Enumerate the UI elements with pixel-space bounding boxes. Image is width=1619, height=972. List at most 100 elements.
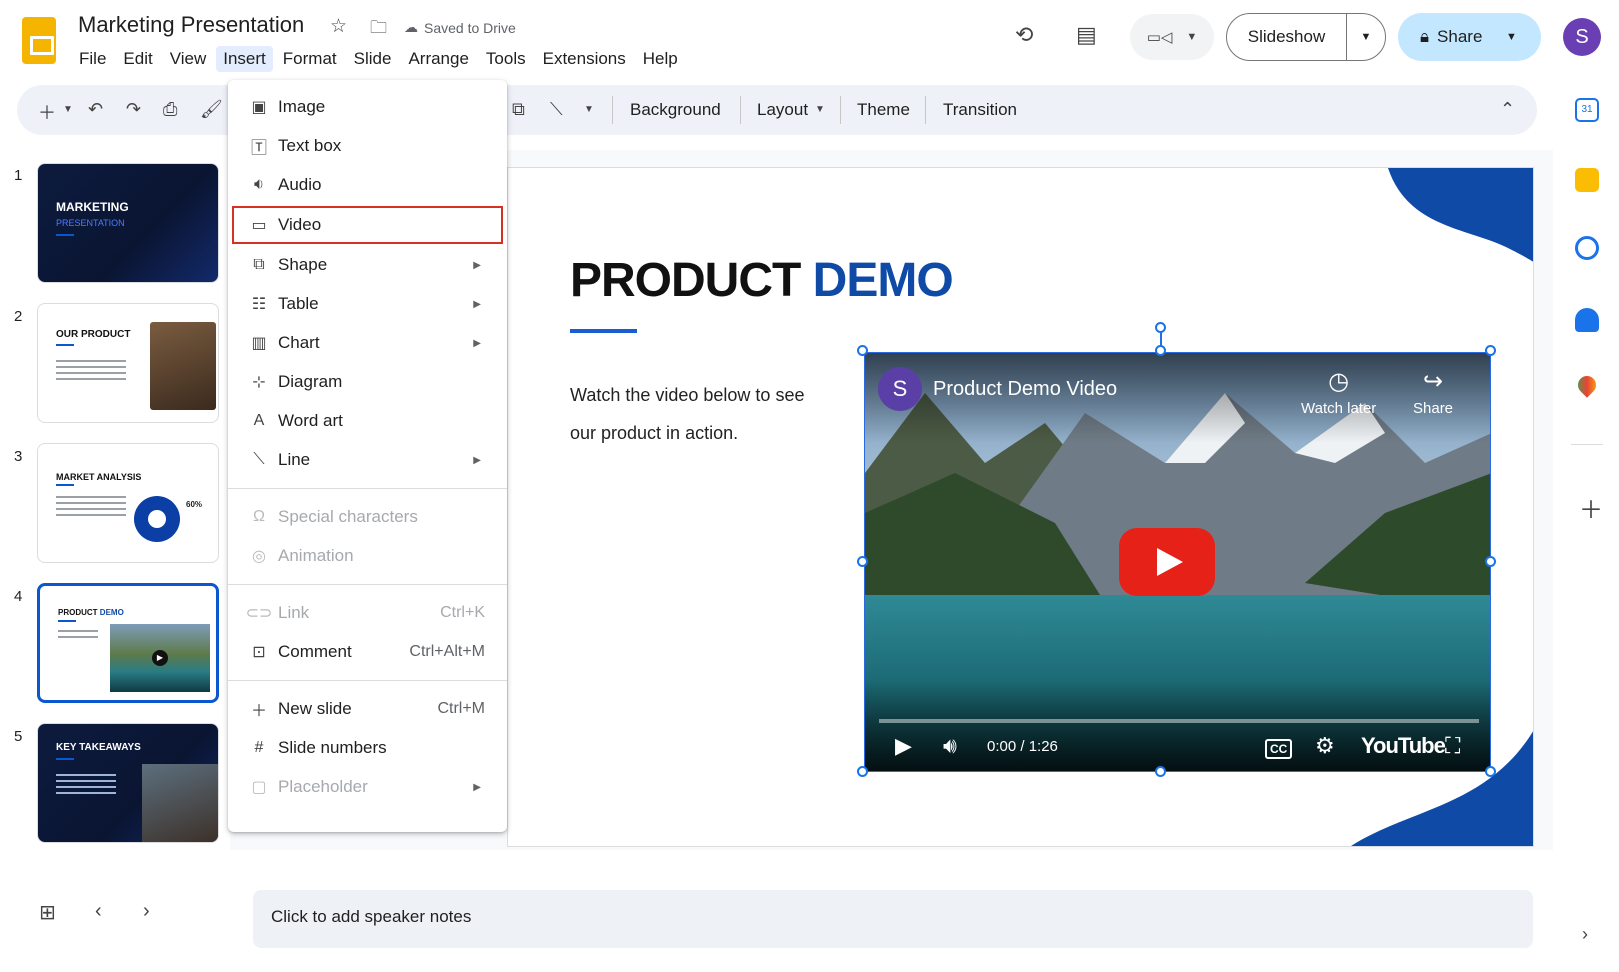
slide-body-text[interactable]: Watch the video below to see our product… <box>570 376 830 452</box>
tasks-icon[interactable] <box>1575 236 1599 260</box>
menu-arrange[interactable]: Arrange <box>401 46 475 72</box>
watch-later-button[interactable]: ◷ Watch later <box>1301 367 1376 417</box>
meet-button[interactable]: ▭◁ ▼ <box>1130 14 1214 60</box>
comments-icon[interactable]: ▤ <box>1076 22 1097 48</box>
star-icon[interactable]: ☆ <box>330 15 347 38</box>
share-button[interactable]: 🔒︎ Share ▼ <box>1398 13 1541 61</box>
slide-thumbnail-5[interactable]: KEY TAKEAWAYS <box>37 723 219 843</box>
resize-handle-e[interactable] <box>1485 556 1496 567</box>
print-icon[interactable]: ⎙ <box>163 99 177 120</box>
redo-icon[interactable]: ↷ <box>126 99 141 120</box>
menu-item-label: Special characters <box>278 507 418 526</box>
share-arrow-icon: ↪ <box>1422 368 1444 395</box>
line-dropdown-icon[interactable]: ▼ <box>584 104 594 115</box>
previous-slide-icon[interactable]: ‹ <box>95 900 102 923</box>
account-avatar[interactable]: S <box>1563 18 1601 56</box>
video-progress-bar[interactable] <box>879 719 1479 723</box>
resize-handle-nw[interactable] <box>857 345 868 356</box>
keep-icon[interactable] <box>1575 168 1599 192</box>
video-title[interactable]: Product Demo Video <box>933 378 1117 401</box>
menu-item-animation[interactable]: ◎ Animation <box>228 537 507 575</box>
resize-handle-ne[interactable] <box>1485 345 1496 356</box>
document-title[interactable]: Marketing Presentation <box>78 12 304 38</box>
slideshow-button[interactable]: Slideshow ▼ <box>1226 13 1386 61</box>
slideshow-label[interactable]: Slideshow <box>1227 14 1347 60</box>
move-folder-icon[interactable]: 🗀 <box>370 15 387 44</box>
video-time: 0:00 / 1:26 <box>987 738 1058 755</box>
rotate-handle[interactable] <box>1155 322 1166 333</box>
maps-icon[interactable] <box>1574 372 1600 398</box>
next-slide-icon[interactable]: › <box>143 900 150 923</box>
fullscreen-icon[interactable]: ⛶ <box>1445 733 1460 759</box>
transition-button[interactable]: Transition <box>943 100 1017 120</box>
menu-item-placeholder[interactable]: ▢ Placeholder ▶ <box>228 768 507 806</box>
paint-format-icon[interactable]: 🖌︎ <box>200 99 223 120</box>
menu-item-word-art[interactable]: A Word art <box>228 402 507 440</box>
expand-side-panel-icon[interactable]: › <box>1582 924 1588 945</box>
menu-item-text-box[interactable]: 🅃 Text box <box>228 127 507 165</box>
slide-title[interactable]: PRODUCT DEMO <box>570 253 954 308</box>
play-icon[interactable]: ▶ <box>895 733 912 759</box>
menu-file[interactable]: File <box>72 46 113 72</box>
menu-item-line[interactable]: ⟍ Line ▶ <box>228 441 507 479</box>
slide-thumbnail-3[interactable]: MARKET ANALYSIS 60% <box>37 443 219 563</box>
menu-tools[interactable]: Tools <box>479 46 533 72</box>
resize-handle-sw[interactable] <box>857 766 868 777</box>
new-slide-icon[interactable]: ＋ <box>38 99 56 125</box>
big-play-button[interactable] <box>1119 528 1215 596</box>
menu-slide[interactable]: Slide <box>347 46 399 72</box>
calendar-icon[interactable]: 31 <box>1575 98 1599 122</box>
menu-item-table[interactable]: ☷ Table ▶ <box>228 285 507 323</box>
text-box-icon: 🅃 <box>250 140 267 157</box>
background-button[interactable]: Background <box>630 100 721 120</box>
resize-handle-n[interactable] <box>1155 345 1166 356</box>
menu-item-shape[interactable]: ⧉ Shape ▶ <box>228 246 507 284</box>
youtube-logo[interactable]: YouTube <box>1361 733 1446 759</box>
menu-item-audio[interactable]: 🔉︎ Audio <box>228 166 507 204</box>
settings-gear-icon[interactable]: ⚙ <box>1315 733 1335 759</box>
embedded-video[interactable]: S Product Demo Video ◷ Watch later ↪ Sha… <box>864 352 1491 772</box>
slide-thumbnail-2[interactable]: OUR PRODUCT <box>37 303 219 423</box>
menu-format[interactable]: Format <box>276 46 344 72</box>
share-dropdown-icon[interactable]: ▼ <box>1506 31 1517 43</box>
collapse-toolbar-icon[interactable]: ⌃ <box>1500 99 1515 120</box>
captions-icon[interactable]: CC <box>1265 739 1293 759</box>
new-slide-dropdown-icon[interactable]: ▼ <box>63 104 73 115</box>
line-tool-icon[interactable]: ⟍ <box>550 99 563 120</box>
menu-insert[interactable]: Insert <box>216 46 273 72</box>
menu-item-slide-numbers[interactable]: # Slide numbers <box>228 729 507 767</box>
layout-button[interactable]: Layout <box>757 100 808 120</box>
version-history-icon[interactable]: ⟲ <box>1015 22 1033 48</box>
menu-edit[interactable]: Edit <box>116 46 159 72</box>
resize-handle-w[interactable] <box>857 556 868 567</box>
menu-item-diagram[interactable]: ⊹ Diagram <box>228 363 507 401</box>
menu-item-new-slide[interactable]: ＋ New slide Ctrl+M <box>228 690 507 728</box>
slideshow-dropdown-icon[interactable]: ▼ <box>1347 31 1385 43</box>
menu-item-chart[interactable]: ▥ Chart ▶ <box>228 324 507 362</box>
channel-avatar[interactable]: S <box>878 367 922 411</box>
menu-item-special-characters[interactable]: Ω Special characters <box>228 498 507 536</box>
slides-logo-icon[interactable] <box>22 17 56 64</box>
slide-thumbnail-1[interactable]: MARKETING PRESENTATION <box>37 163 219 283</box>
menu-item-comment[interactable]: ⊡ Comment Ctrl+Alt+M <box>228 633 507 671</box>
menu-view[interactable]: View <box>163 46 214 72</box>
contacts-icon[interactable] <box>1575 308 1599 332</box>
volume-icon[interactable]: 🔊︎ <box>943 733 957 759</box>
layout-dropdown-icon[interactable]: ▼ <box>815 104 825 115</box>
undo-icon[interactable]: ↶ <box>88 99 103 120</box>
video-share-label: Share <box>1413 400 1454 417</box>
menu-item-image[interactable]: ▣ Image <box>228 88 507 126</box>
theme-button[interactable]: Theme <box>857 100 910 120</box>
menu-help[interactable]: Help <box>636 46 685 72</box>
menu-extensions[interactable]: Extensions <box>536 46 633 72</box>
menu-item-link[interactable]: ⊂⊃ Link Ctrl+K <box>228 594 507 632</box>
video-share-button[interactable]: ↪ Share <box>1413 367 1453 417</box>
resize-handle-se[interactable] <box>1485 766 1496 777</box>
resize-handle-s[interactable] <box>1155 766 1166 777</box>
slide-thumbnail-4[interactable]: PRODUCT DEMO ▶ <box>37 583 219 703</box>
menu-item-video[interactable]: ▭ Video <box>232 206 503 244</box>
add-on-plus-icon[interactable]: ＋ <box>1579 490 1603 525</box>
speaker-notes[interactable]: Click to add speaker notes <box>253 890 1533 948</box>
shape-tool-icon[interactable]: ⧉ <box>512 99 525 120</box>
grid-view-icon[interactable]: ⊞ <box>39 900 56 925</box>
